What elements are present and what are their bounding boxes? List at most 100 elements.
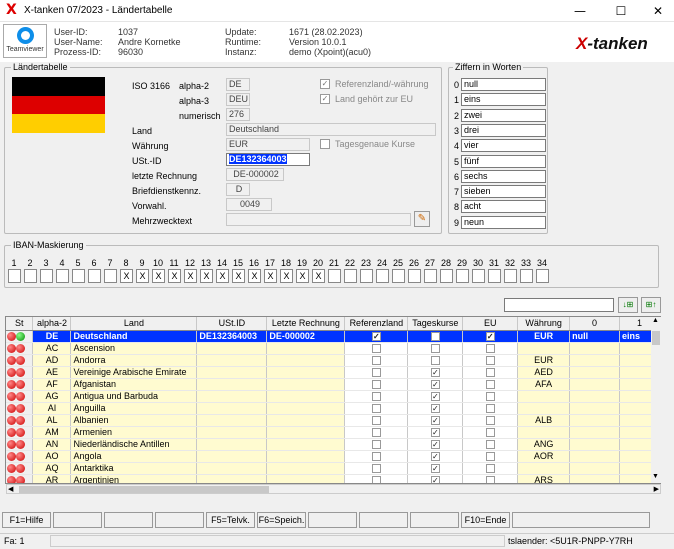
eu-checkbox[interactable] — [485, 475, 495, 483]
fkey-4-button[interactable] — [155, 512, 204, 528]
iban-box-8[interactable]: X — [120, 269, 133, 283]
eu-checkbox[interactable]: ✓ — [320, 94, 330, 104]
tk-checkbox[interactable]: ✓ — [430, 403, 440, 413]
iban-box-19[interactable]: X — [296, 269, 309, 283]
tk-checkbox[interactable]: ✓ — [430, 379, 440, 389]
search-input[interactable] — [504, 298, 614, 312]
tk-checkbox[interactable] — [430, 331, 440, 341]
fkey-9-button[interactable] — [410, 512, 459, 528]
numerisch-field[interactable]: 276 — [226, 108, 250, 121]
col-header-6[interactable]: Tageskurse — [407, 317, 464, 331]
tk-checkbox[interactable]: ✓ — [430, 463, 440, 473]
iban-box-25[interactable] — [392, 269, 405, 283]
tk-checkbox[interactable]: ✓ — [430, 367, 440, 377]
eu-checkbox[interactable] — [485, 379, 495, 389]
eu-checkbox[interactable] — [485, 367, 495, 377]
ref-checkbox[interactable] — [371, 379, 381, 389]
iban-box-22[interactable] — [344, 269, 357, 283]
col-header-4[interactable]: Letzte Rechnung — [266, 317, 346, 331]
table-row[interactable]: AF Afganistan ✓ AFA — [6, 378, 660, 391]
fkey-6-button[interactable]: F6=Speich. — [257, 512, 306, 528]
iban-box-5[interactable] — [72, 269, 85, 283]
iban-box-34[interactable] — [536, 269, 549, 283]
ziffer-word-5[interactable]: fünf — [461, 154, 546, 168]
col-header-1[interactable]: alpha-2 — [32, 317, 72, 331]
iban-box-20[interactable]: X — [312, 269, 325, 283]
iban-box-18[interactable]: X — [280, 269, 293, 283]
col-header-5[interactable]: Referenzland — [344, 317, 409, 331]
tk-checkbox[interactable]: ✓ — [430, 439, 440, 449]
ziffer-word-7[interactable]: sieben — [461, 185, 546, 199]
search-down-icon[interactable]: ↓⊞ — [618, 297, 638, 313]
ref-checkbox[interactable]: ✓ — [371, 331, 381, 341]
iban-box-32[interactable] — [504, 269, 517, 283]
iban-box-27[interactable] — [424, 269, 437, 283]
ziffer-word-1[interactable]: eins — [461, 93, 546, 107]
eu-checkbox[interactable] — [485, 415, 495, 425]
col-header-2[interactable]: Land — [70, 317, 198, 331]
iban-box-12[interactable]: X — [184, 269, 197, 283]
alpha2-field[interactable]: DE — [226, 78, 250, 91]
table-row[interactable]: AR Argentinien ✓ ARS — [6, 474, 660, 483]
table-row[interactable]: AO Angola ✓ AOR — [6, 450, 660, 463]
table-row[interactable]: AI Anguilla ✓ — [6, 402, 660, 415]
horizontal-scrollbar[interactable]: ◀ ▶ — [6, 484, 661, 494]
eu-checkbox[interactable] — [485, 451, 495, 461]
iban-box-16[interactable]: X — [248, 269, 261, 283]
ref-checkbox[interactable] — [371, 439, 381, 449]
scroll-down-icon[interactable]: ▼ — [652, 473, 659, 480]
table-row[interactable]: AC Ascension — [6, 342, 660, 355]
eu-checkbox[interactable]: ✓ — [485, 331, 495, 341]
tageskurse-checkbox[interactable] — [320, 139, 330, 149]
fkey-1-button[interactable]: F1=Hilfe — [2, 512, 51, 528]
ziffer-word-2[interactable]: zwei — [461, 108, 546, 122]
table-row[interactable]: DE Deutschland DE132364003 DE-000002 ✓ ✓ EUR nu… — [6, 330, 660, 343]
ref-checkbox[interactable] — [371, 427, 381, 437]
table-row[interactable]: AN Niederländische Antillen ✓ ANG — [6, 438, 660, 451]
iban-box-10[interactable]: X — [152, 269, 165, 283]
iban-box-24[interactable] — [376, 269, 389, 283]
table-row[interactable]: AD Andorra EUR — [6, 354, 660, 367]
ziffer-word-8[interactable]: acht — [461, 200, 546, 214]
iban-box-3[interactable] — [40, 269, 53, 283]
eu-checkbox[interactable] — [485, 427, 495, 437]
iban-box-6[interactable] — [88, 269, 101, 283]
fkey-7-button[interactable] — [308, 512, 357, 528]
ziffer-word-9[interactable]: neun — [461, 215, 546, 229]
tk-checkbox[interactable]: ✓ — [430, 427, 440, 437]
ref-checkbox[interactable] — [371, 343, 381, 353]
scroll-up-icon[interactable]: ▲ — [652, 317, 659, 324]
eu-checkbox[interactable] — [485, 343, 495, 353]
col-header-8[interactable]: Währung — [517, 317, 571, 331]
ziffer-word-4[interactable]: vier — [461, 139, 546, 153]
iban-box-23[interactable] — [360, 269, 373, 283]
iban-box-33[interactable] — [520, 269, 533, 283]
iban-box-17[interactable]: X — [264, 269, 277, 283]
fkey-8-button[interactable] — [359, 512, 408, 528]
maximize-button[interactable]: ☐ — [606, 0, 636, 22]
alpha3-field[interactable]: DEU — [226, 93, 250, 106]
ref-checkbox[interactable] — [371, 391, 381, 401]
minimize-button[interactable]: — — [565, 0, 595, 22]
iban-box-31[interactable] — [488, 269, 501, 283]
tk-checkbox[interactable]: ✓ — [430, 415, 440, 425]
iban-box-15[interactable]: X — [232, 269, 245, 283]
ref-checkbox[interactable] — [371, 403, 381, 413]
vorwahl-field[interactable]: 0049 — [226, 198, 272, 211]
ref-checkbox[interactable] — [371, 475, 381, 483]
fkey-3-button[interactable] — [104, 512, 153, 528]
ziffer-word-6[interactable]: sechs — [461, 169, 546, 183]
rechnung-field[interactable]: DE-000002 — [226, 168, 284, 181]
scroll-thumb[interactable] — [652, 331, 660, 345]
iban-box-7[interactable] — [104, 269, 117, 283]
col-header-3[interactable]: USt.ID — [196, 317, 268, 331]
eu-checkbox[interactable] — [485, 439, 495, 449]
eu-checkbox[interactable] — [485, 403, 495, 413]
table-row[interactable]: AQ Antarktika ✓ — [6, 462, 660, 475]
teamviewer-button[interactable]: Teamviewer — [3, 24, 47, 58]
ref-checkbox[interactable] — [371, 463, 381, 473]
col-header-7[interactable]: EU — [462, 317, 519, 331]
search-up-icon[interactable]: ⊞↑ — [641, 297, 661, 313]
brief-field[interactable]: D — [226, 183, 250, 196]
ref-checkbox[interactable] — [371, 367, 381, 377]
